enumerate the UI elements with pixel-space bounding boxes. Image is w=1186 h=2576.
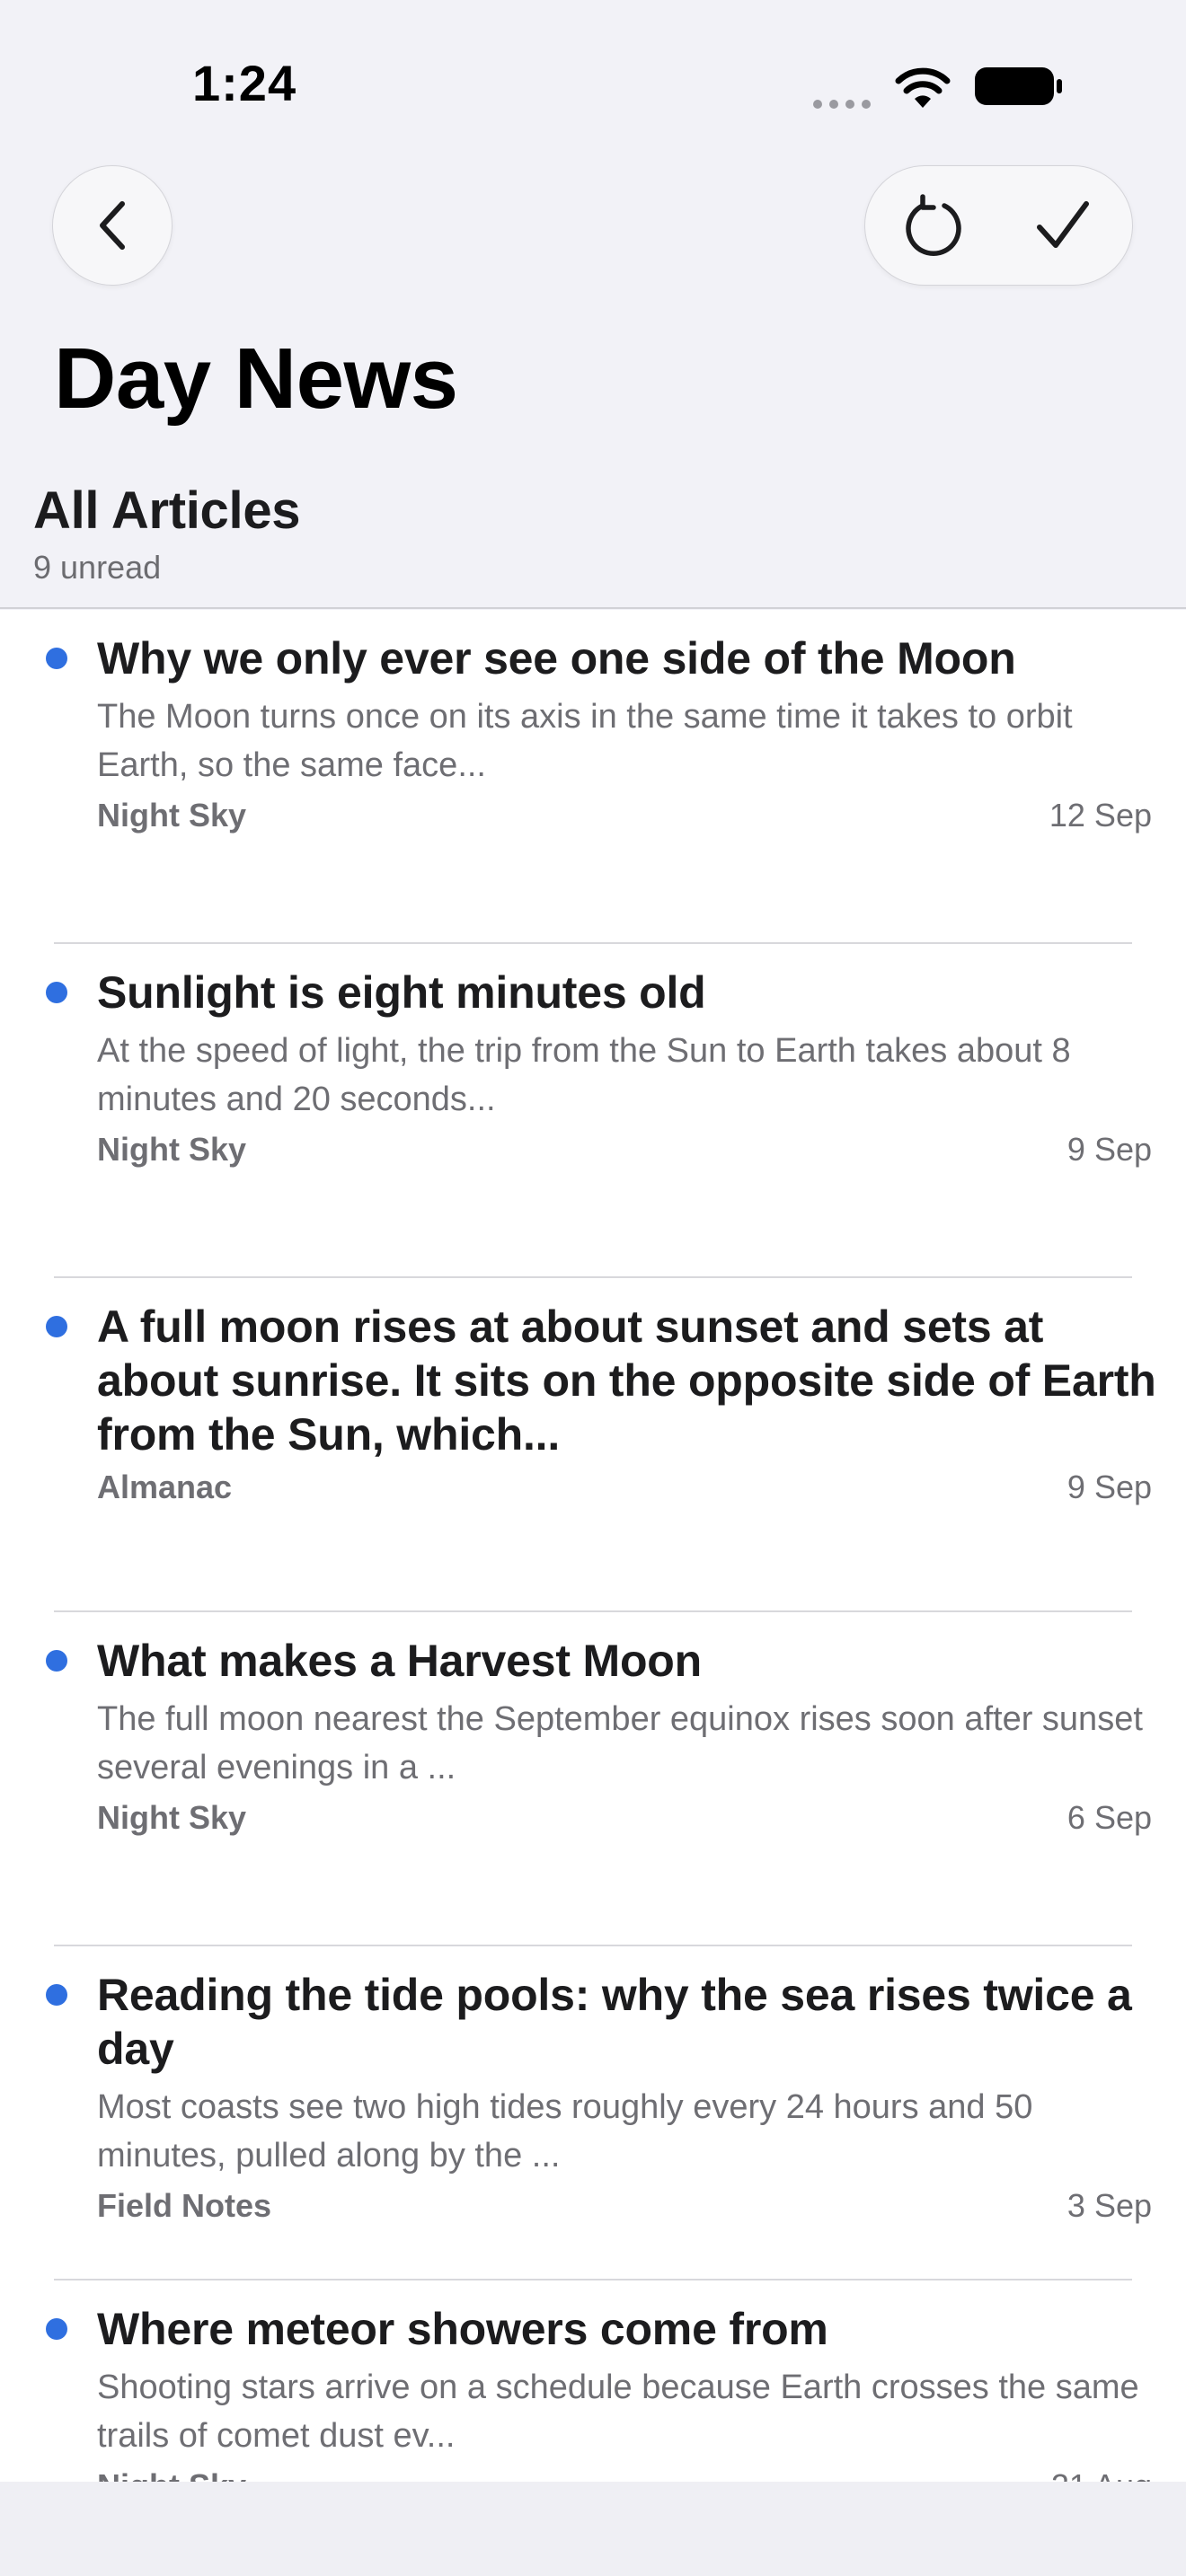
article-date: 12 Sep	[1049, 797, 1152, 834]
article-source: Night Sky	[97, 1799, 247, 1836]
unread-count: 9 unread	[33, 549, 162, 586]
unread-dot	[46, 1650, 67, 1672]
list-item[interactable]: Where meteor showers come from Shooting …	[0, 2280, 1186, 2482]
article-title: Sunlight is eight minutes old	[97, 967, 706, 1018]
list-item[interactable]: A full moon rises at about sunset and se…	[0, 1278, 1186, 1612]
refresh-icon	[906, 194, 961, 256]
unread-dot	[46, 2318, 67, 2340]
article-summary: Shooting stars arrive on a schedule beca…	[97, 2369, 1139, 2455]
unread-dot	[46, 648, 67, 669]
article-date: 21 Aug	[1051, 2466, 1152, 2482]
article-summary: At the speed of light, the trip from the…	[97, 1032, 1071, 1118]
article-title: A full moon rises at about sunset and se…	[97, 1301, 1156, 1460]
article-date: 3 Sep	[1067, 2187, 1152, 2224]
list-item[interactable]: Reading the tide pools: why the sea rise…	[0, 1946, 1186, 2280]
article-summary: The full moon nearest the September equi…	[97, 1700, 1143, 1786]
page-title: Day News	[54, 331, 458, 427]
unread-dot	[46, 1316, 67, 1337]
article-source: Night Sky	[97, 2466, 246, 2482]
checkmark-icon	[1037, 201, 1089, 248]
refresh-button[interactable]	[871, 166, 996, 285]
article-summary: The Moon turns once on its axis in the s…	[97, 698, 1073, 784]
article-summary: Most coasts see two high tides roughly e…	[97, 2088, 1033, 2175]
article-title: What makes a Harvest Moon	[97, 1636, 702, 1686]
article-date: 9 Sep	[1067, 1131, 1152, 1168]
article-source: Night Sky	[97, 797, 247, 834]
status-time: 1:24	[192, 55, 297, 111]
article-date: 9 Sep	[1067, 1469, 1152, 1505]
back-button[interactable]	[52, 165, 173, 286]
unread-dot	[46, 982, 67, 1003]
section-title: All Articles	[33, 481, 301, 540]
bottom-bar	[0, 2482, 1186, 2576]
article-source: Almanac	[97, 1469, 233, 1505]
list-item[interactable]: Sunlight is eight minutes old At the spe…	[0, 944, 1186, 1278]
battery-icon	[975, 67, 1062, 105]
wifi-icon	[895, 67, 951, 108]
article-title: Why we only ever see one side of the Moo…	[97, 633, 1016, 684]
section-header: All Articles 9 unread	[0, 454, 1186, 609]
list-item[interactable]: Why we only ever see one side of the Moo…	[0, 610, 1186, 944]
cellular-signal-icon	[813, 100, 871, 109]
article-list: Why we only ever see one side of the Moo…	[0, 610, 1186, 2482]
article-title: Reading the tide pools: why the sea rise…	[97, 1970, 1132, 2074]
list-item[interactable]: What makes a Harvest Moon The full moon …	[0, 1612, 1186, 1946]
toolbar-action-group	[864, 165, 1133, 286]
article-source: Night Sky	[97, 1131, 247, 1168]
unread-dot	[46, 1984, 67, 2006]
article-title: Where meteor showers come from	[97, 2304, 828, 2354]
mark-all-read-button[interactable]	[1000, 166, 1126, 285]
article-source: Field Notes	[97, 2187, 272, 2224]
chevron-left-icon	[100, 201, 125, 250]
status-bar: 1:24	[0, 0, 1186, 171]
article-date: 6 Sep	[1067, 1799, 1152, 1836]
